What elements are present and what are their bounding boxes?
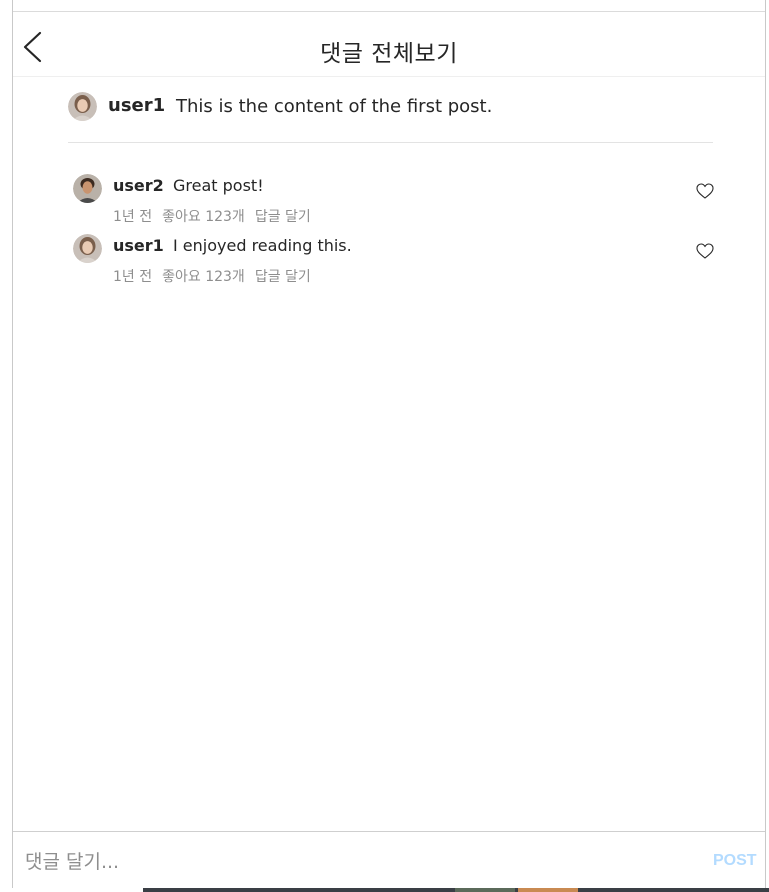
comments-window: 댓글 전체보기 user1 This is the content of the… <box>0 0 769 892</box>
comments-header: 댓글 전체보기 <box>13 12 765 77</box>
comment-time: 1년 전 <box>113 269 153 285</box>
comment-username[interactable]: user1 <box>113 236 164 255</box>
comment-meta: 1년 전 좋아요 123개 답글 달기 <box>113 206 321 226</box>
post-username[interactable]: user1 <box>108 95 165 116</box>
comment-item: user2 Great post! 1년 전 좋아요 123개 답글 달기 <box>73 172 718 228</box>
comment-input[interactable] <box>23 846 667 878</box>
comment-text: I enjoyed reading this. <box>173 236 352 255</box>
comment-meta: 1년 전 좋아요 123개 답글 달기 <box>113 266 321 286</box>
like-button[interactable] <box>696 183 714 199</box>
comment-likes[interactable]: 좋아요 123개 <box>162 209 245 225</box>
post-caption: user1 This is the content of the first p… <box>68 90 713 143</box>
avatar[interactable] <box>73 174 102 203</box>
comment-likes[interactable]: 좋아요 123개 <box>162 269 245 285</box>
taskbar-edge <box>0 888 769 892</box>
reply-button[interactable]: 답글 달기 <box>255 269 311 285</box>
comment-composer: POST <box>13 831 765 889</box>
comment-item: user1 I enjoyed reading this. 1년 전 좋아요 12… <box>73 232 718 288</box>
comment-username[interactable]: user2 <box>113 176 164 195</box>
left-border <box>12 0 13 888</box>
like-button[interactable] <box>696 243 714 259</box>
avatar[interactable] <box>68 92 97 121</box>
heart-outline-icon <box>696 183 714 199</box>
post-content: This is the content of the first post. <box>176 96 493 117</box>
post-button[interactable]: POST <box>713 852 757 870</box>
avatar[interactable] <box>73 234 102 263</box>
heart-outline-icon <box>696 243 714 259</box>
page-title: 댓글 전체보기 <box>320 41 458 67</box>
right-border <box>765 0 766 888</box>
comment-time: 1년 전 <box>113 209 153 225</box>
comment-text: Great post! <box>173 176 264 195</box>
reply-button[interactable]: 답글 달기 <box>255 209 311 225</box>
